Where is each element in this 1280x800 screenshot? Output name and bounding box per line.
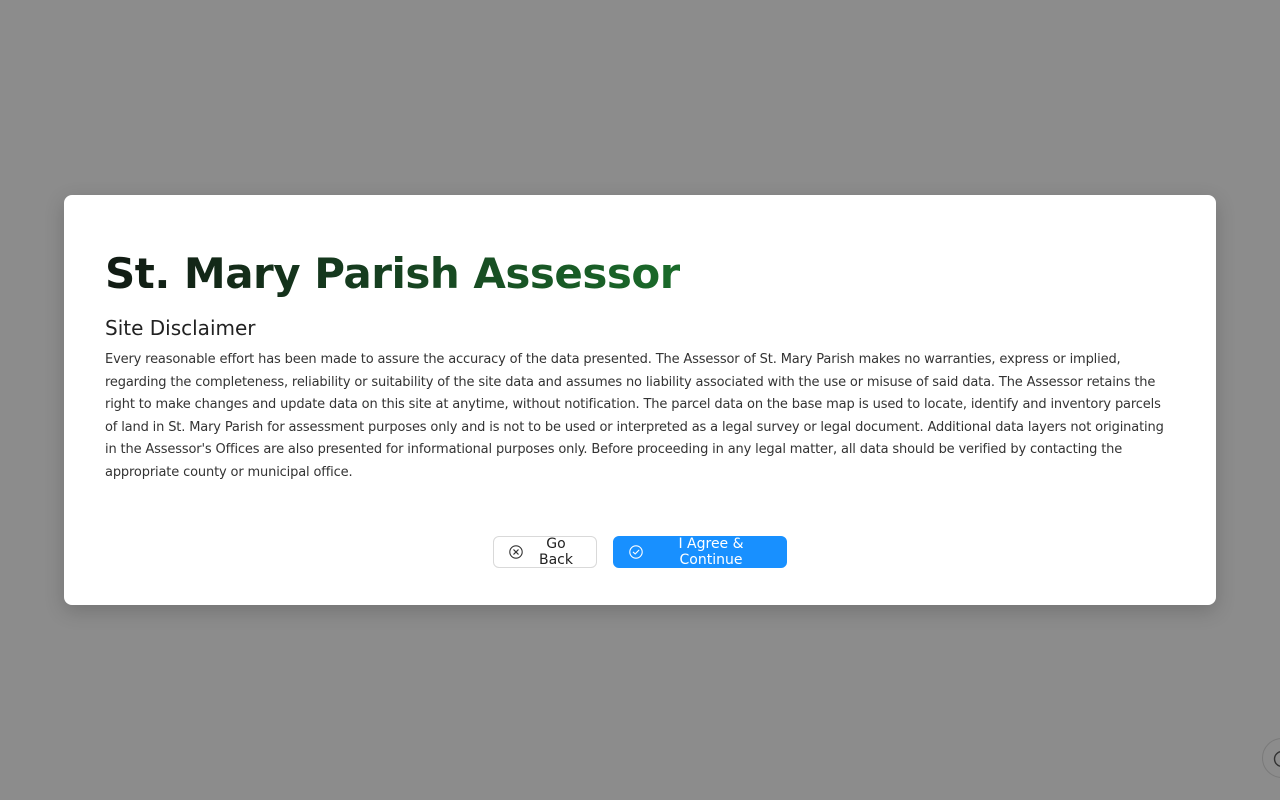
agree-continue-label: I Agree & Continue — [678, 536, 744, 568]
disclaimer-heading: Site Disclaimer — [105, 316, 256, 340]
close-circle-icon — [509, 545, 523, 559]
go-back-label: Go Back — [539, 536, 573, 568]
disclaimer-modal: St. Mary Parish Assessor Site Disclaimer… — [64, 195, 1216, 605]
help-widget-button[interactable] — [1262, 738, 1280, 778]
page-title: St. Mary Parish Assessor — [105, 245, 680, 303]
disclaimer-text: Every reasonable effort has been made to… — [105, 352, 1164, 480]
modal-actions: Go Back I Agree & Continue — [64, 536, 1216, 568]
check-circle-icon — [629, 545, 643, 559]
agree-continue-button[interactable]: I Agree & Continue — [613, 536, 787, 568]
go-back-button[interactable]: Go Back — [493, 536, 597, 568]
help-circle-icon — [1273, 751, 1280, 767]
